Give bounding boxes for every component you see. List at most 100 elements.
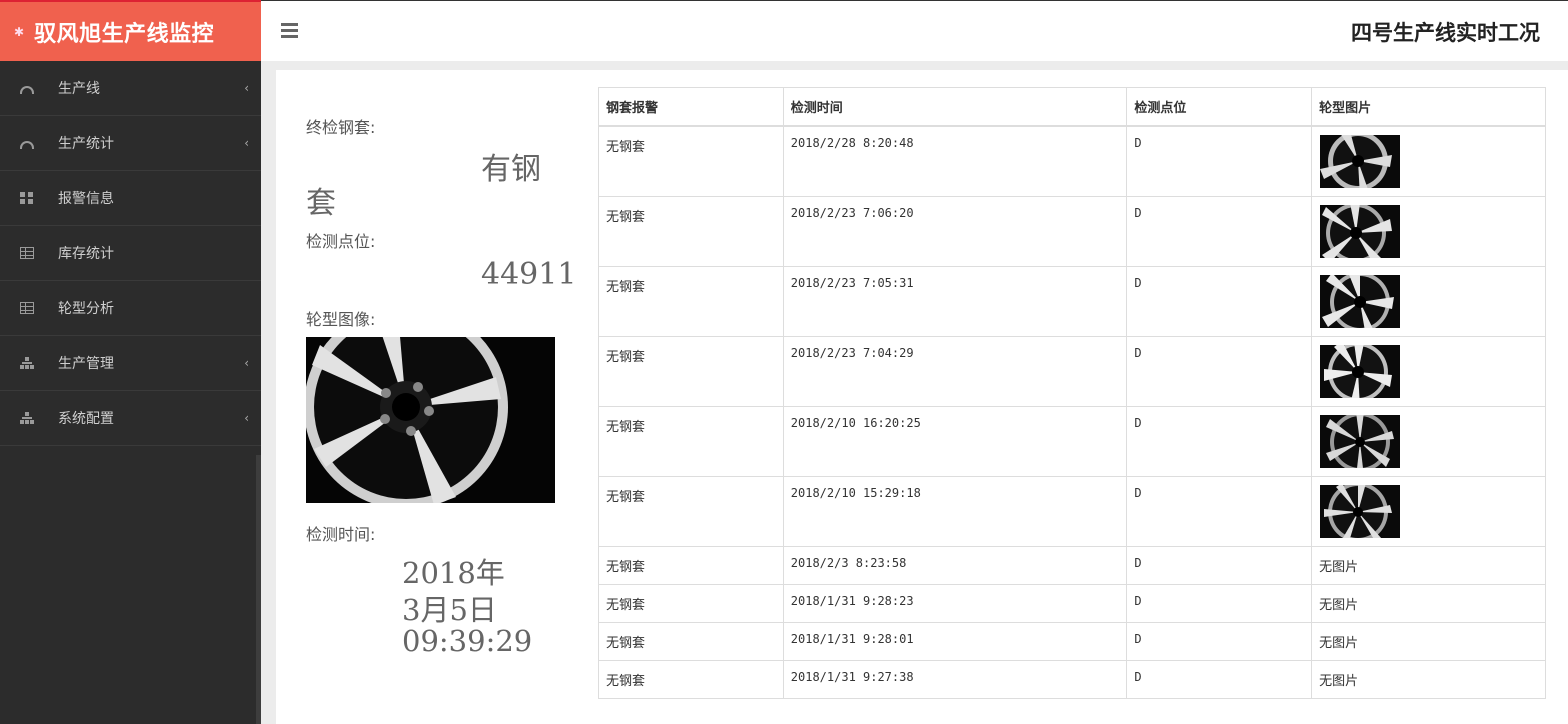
- table-row[interactable]: 无钢套 2018/2/23 7:05:31 D: [598, 265, 1546, 337]
- time-cell: 2018/2/10 16:20:25: [782, 405, 1128, 477]
- sidebar-item-label: 生产线: [58, 81, 100, 97]
- table-row[interactable]: 无钢套 2018/2/28 8:20:48 D: [598, 125, 1546, 197]
- table-row[interactable]: 无钢套 2018/2/10 16:20:25 D: [598, 405, 1546, 477]
- detection-point-value: 44911: [481, 257, 577, 292]
- detection-point-label: 检测点位:: [306, 232, 376, 251]
- no-image-cell: 无图片: [1311, 659, 1546, 699]
- image-cell: [1311, 195, 1546, 267]
- time-cell: 2018/2/10 15:29:18: [782, 475, 1128, 547]
- sidebar-item-label: 生产管理: [58, 356, 114, 372]
- wheel-image: [306, 337, 555, 503]
- sidebar-item-label: 生产统计: [58, 136, 114, 152]
- alarm-cell: 无钢套: [598, 265, 784, 337]
- brand-title: 驭风旭生产线监控: [34, 20, 215, 47]
- time-cell: 2018/1/31 9:28:23: [782, 583, 1128, 623]
- alarm-records-table: 钢套报警 检测时间 检测点位 轮型图片 无钢套 2018/2/28 8:20:4…: [598, 87, 1546, 699]
- sidebar-item-inventory-stats[interactable]: 库存统计: [0, 226, 261, 281]
- time-cell: 2018/2/28 8:20:48: [782, 125, 1128, 197]
- alarm-cell: 无钢套: [598, 335, 784, 407]
- steel-sleeve-value-line2: 套: [306, 186, 336, 221]
- alarm-cell: 无钢套: [598, 405, 784, 477]
- table-row[interactable]: 无钢套 2018/2/10 15:29:18 D: [598, 475, 1546, 547]
- sidebar-item-label: 轮型分析: [58, 301, 114, 317]
- alarm-cell: 无钢套: [598, 659, 784, 699]
- point-cell: D: [1126, 125, 1313, 197]
- time-cell: 2018/1/31 9:27:38: [782, 659, 1128, 699]
- detection-time-line2: 3月5日: [402, 593, 497, 627]
- table-row[interactable]: 无钢套 2018/2/23 7:04:29 D: [598, 335, 1546, 407]
- sidebar-item-production-mgmt[interactable]: 生产管理 ‹: [0, 336, 261, 391]
- wheel-thumbnail[interactable]: [1320, 414, 1401, 468]
- point-cell: D: [1126, 621, 1313, 661]
- wheel-thumbnail[interactable]: [1320, 204, 1401, 258]
- brand-bar[interactable]: ✱ 驭风旭生产线监控: [0, 0, 261, 61]
- column-header[interactable]: 检测时间: [782, 87, 1128, 127]
- sidebar-item-production-stats[interactable]: 生产统计 ‹: [0, 116, 261, 171]
- point-cell: D: [1126, 475, 1313, 547]
- no-image-cell: 无图片: [1311, 621, 1546, 661]
- no-image-cell: 无图片: [1311, 583, 1546, 623]
- chevron-left-icon: ‹: [244, 81, 249, 95]
- sidebar-item-wheel-analysis[interactable]: 轮型分析: [0, 281, 261, 336]
- sidebar-scrollbar[interactable]: [256, 455, 261, 724]
- chevron-left-icon: ‹: [244, 411, 249, 425]
- wheel-thumbnail[interactable]: [1320, 344, 1401, 398]
- image-cell: [1311, 125, 1546, 197]
- alarm-cell: 无钢套: [598, 195, 784, 267]
- chevron-left-icon: ‹: [244, 136, 249, 150]
- steel-sleeve-label: 终检钢套:: [306, 118, 376, 137]
- wheel-image-label: 轮型图像:: [306, 310, 376, 329]
- table-row[interactable]: 无钢套 2018/2/3 8:23:58 D 无图片: [598, 545, 1546, 585]
- column-header[interactable]: 钢套报警: [598, 87, 784, 127]
- detection-time-line1: 2018年: [402, 556, 505, 590]
- sitemap-icon: [20, 357, 34, 369]
- point-cell: D: [1126, 405, 1313, 477]
- no-image-cell: 无图片: [1311, 545, 1546, 585]
- image-cell: [1311, 475, 1546, 547]
- sidebar-item-production-line[interactable]: 生产线 ‹: [0, 61, 261, 116]
- point-cell: D: [1126, 265, 1313, 337]
- point-cell: D: [1126, 545, 1313, 585]
- page-title: 四号生产线实时工况: [1351, 20, 1540, 45]
- sidebar-item-system-config[interactable]: 系统配置 ‹: [0, 391, 261, 446]
- image-cell: [1311, 265, 1546, 337]
- table-icon: [20, 247, 34, 259]
- column-header[interactable]: 轮型图片: [1311, 87, 1546, 127]
- alarm-cell: 无钢套: [598, 545, 784, 585]
- table-row[interactable]: 无钢套 2018/2/23 7:06:20 D: [598, 195, 1546, 267]
- sitemap-icon: [20, 412, 34, 424]
- alarm-cell: 无钢套: [598, 621, 784, 661]
- sidebar-item-alarm-info[interactable]: 报警信息: [0, 171, 261, 226]
- detection-time-label: 检测时间:: [306, 525, 376, 544]
- sidebar-item-label: 系统配置: [58, 411, 114, 427]
- alarm-cell: 无钢套: [598, 475, 784, 547]
- time-cell: 2018/2/23 7:06:20: [782, 195, 1128, 267]
- wheel-thumbnail[interactable]: [1320, 135, 1401, 188]
- table-header-row: 钢套报警 检测时间 检测点位 轮型图片: [598, 87, 1546, 127]
- point-cell: D: [1126, 659, 1313, 699]
- qrcode-icon: [20, 192, 34, 204]
- time-cell: 2018/2/3 8:23:58: [782, 545, 1128, 585]
- menu-toggle-icon[interactable]: [281, 23, 298, 38]
- sidebar-item-label: 库存统计: [58, 246, 114, 262]
- steel-sleeve-value-line1: 有钢: [481, 152, 541, 187]
- point-cell: D: [1126, 195, 1313, 267]
- column-header[interactable]: 检测点位: [1126, 87, 1313, 127]
- time-cell: 2018/2/23 7:04:29: [782, 335, 1128, 407]
- chevron-left-icon: ‹: [244, 356, 249, 370]
- image-cell: [1311, 405, 1546, 477]
- wheel-thumbnail[interactable]: [1320, 274, 1401, 328]
- detection-time-line3: 09:39:29: [402, 624, 533, 658]
- table-row[interactable]: 无钢套 2018/1/31 9:27:38 D 无图片: [598, 659, 1546, 699]
- table-row[interactable]: 无钢套 2018/1/31 9:28:01 D 无图片: [598, 621, 1546, 661]
- alarm-cell: 无钢套: [598, 125, 784, 197]
- table-icon: [20, 302, 34, 314]
- table-row[interactable]: 无钢套 2018/1/31 9:28:23 D 无图片: [598, 583, 1546, 623]
- wheel-thumbnail[interactable]: [1320, 484, 1401, 538]
- sidebar: ✱ 驭风旭生产线监控 生产线 ‹ 生产统计 ‹ 报警信息 库存统计 轮型分析 生…: [0, 0, 261, 724]
- top-header: 四号生产线实时工况: [261, 0, 1568, 61]
- current-detection-panel: 终检钢套: 有钢 套 检测点位: 44911 轮型图像: 检测时间: 2018年…: [276, 70, 581, 724]
- main-content: 终检钢套: 有钢 套 检测点位: 44911 轮型图像: 检测时间: 2018年…: [276, 70, 1568, 724]
- point-cell: D: [1126, 583, 1313, 623]
- gear-icon: ✱: [14, 24, 25, 39]
